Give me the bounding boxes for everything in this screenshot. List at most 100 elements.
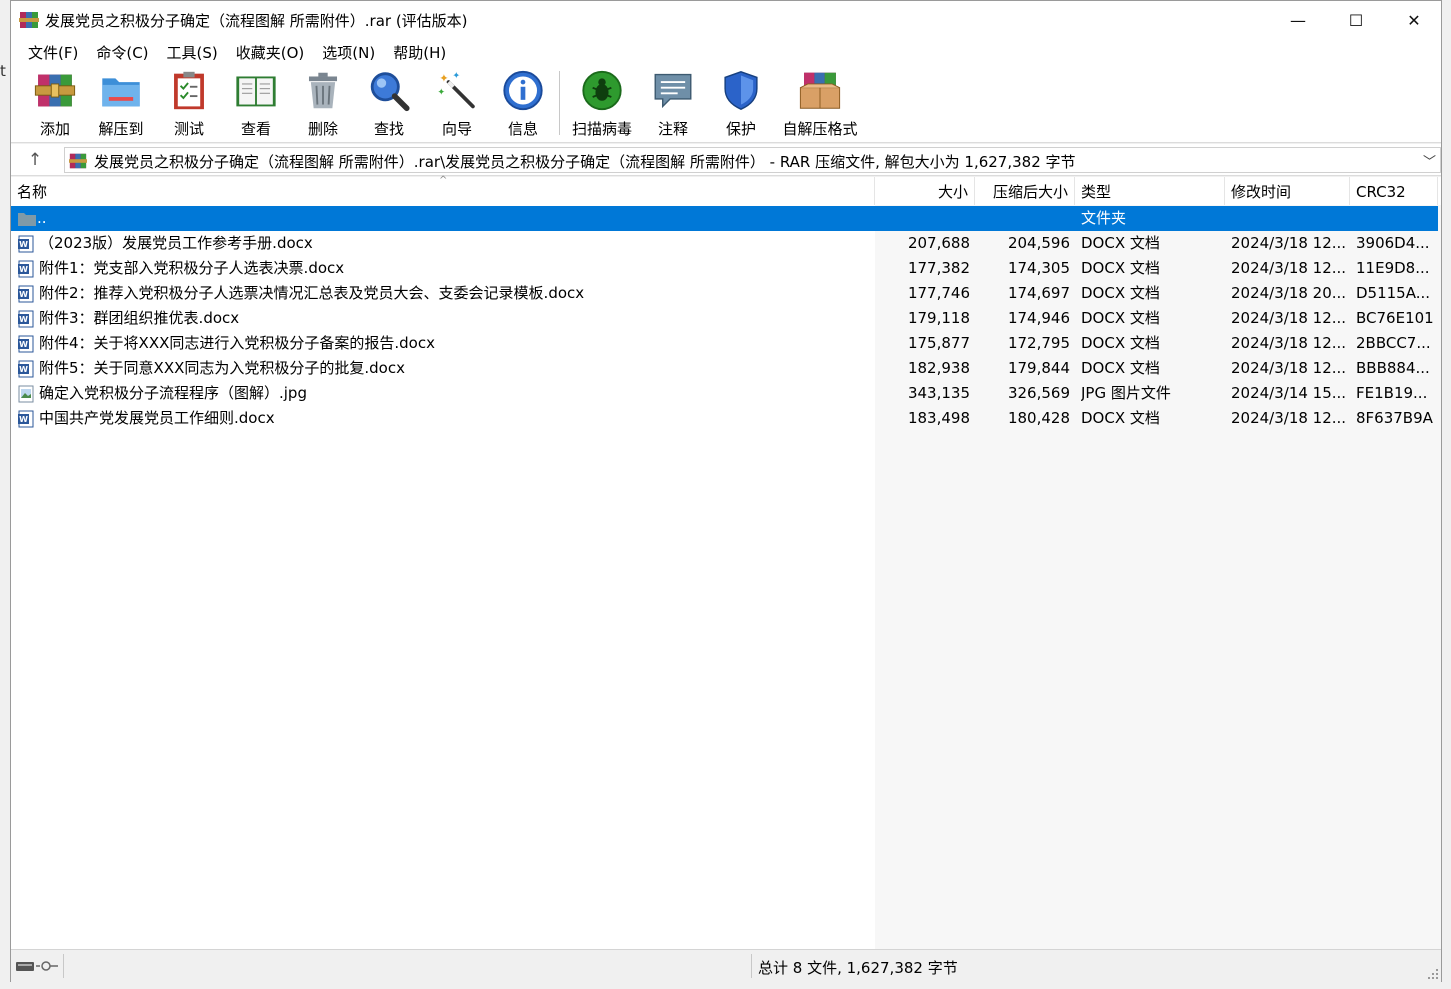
test-button[interactable]: 测试: [165, 69, 213, 139]
file-crc: 8F637B9A: [1356, 409, 1433, 427]
file-modified: 2024/3/18 20...: [1231, 284, 1347, 302]
file-crc: 3906D4...: [1356, 234, 1430, 252]
column-modified[interactable]: 修改时间: [1225, 177, 1350, 205]
file-size: 183,498: [907, 409, 970, 427]
view-button[interactable]: 查看: [229, 69, 283, 139]
wizard-wand-icon: ✦ ✦ ✦: [437, 70, 475, 109]
window-title: 发展党员之积极分子确定（流程图解 所需附件）.rar (评估版本): [45, 12, 468, 30]
image-file-icon: [18, 385, 34, 403]
file-list: 名称 ^ 大小 压缩后大小 类型 修改时间 CRC32 .. 文件夹 W （202…: [11, 175, 1441, 949]
maximize-button[interactable]: ☐: [1327, 1, 1385, 39]
file-packed-size: 180,428: [1007, 409, 1070, 427]
delete-button[interactable]: 删除: [299, 69, 347, 139]
file-name: 附件5：关于同意XXX同志为入党积极分子的批复.docx: [39, 359, 405, 377]
close-button[interactable]: ✕: [1385, 1, 1443, 39]
minimize-icon: —: [1290, 10, 1306, 30]
menu-favorites[interactable]: 收藏夹(O): [227, 42, 314, 63]
svg-text:✦: ✦: [452, 70, 460, 81]
file-row[interactable]: W 附件5：关于同意XXX同志为入党积极分子的批复.docx 182,938 179,…: [11, 356, 1438, 381]
folder-icon: [18, 213, 36, 226]
file-row[interactable]: W 附件3：群团组织推优表.docx 179,118 174,946 DOCX 文档 20…: [11, 306, 1438, 331]
toolbar-separator: [559, 71, 560, 135]
comment-icon: [654, 73, 692, 109]
protect-button[interactable]: 保护: [717, 69, 765, 139]
column-type[interactable]: 类型: [1075, 177, 1225, 205]
menu-tools[interactable]: 工具(S): [158, 42, 227, 63]
virus-scan-label: 扫描病毒: [571, 120, 632, 138]
sfx-button[interactable]: 自解压格式: [779, 69, 861, 139]
protect-label: 保护: [725, 120, 756, 138]
info-button[interactable]: 信息: [499, 69, 547, 139]
status-bar: 总计 8 文件, 1,627,382 字节: [11, 949, 1441, 982]
file-size: 175,877: [907, 334, 970, 352]
background-text: t: [0, 62, 6, 80]
file-crc: BBB884...: [1356, 359, 1430, 377]
file-name: 确定入党积极分子流程程序（图解）.jpg: [39, 384, 307, 402]
svg-text:W: W: [19, 265, 28, 274]
status-summary: 总计 8 文件, 1,627,382 字节: [758, 959, 958, 977]
view-book-icon: [236, 76, 276, 107]
minimize-button[interactable]: —: [1269, 1, 1327, 39]
file-crc: 11E9D8...: [1356, 259, 1430, 277]
file-row[interactable]: 确定入党积极分子流程程序（图解）.jpg 343,135 326,569 JPG 图片…: [11, 381, 1438, 406]
svg-text:W: W: [19, 340, 28, 349]
magnifier-icon: [370, 72, 410, 112]
file-row[interactable]: W 附件2：推荐入党积极分子人选票决情况汇总表及党员大会、支委会记录模板.docx…: [11, 281, 1438, 306]
word-doc-icon: W: [18, 410, 34, 428]
column-packed[interactable]: 压缩后大小: [975, 177, 1075, 205]
file-modified: 2024/3/18 12...: [1231, 259, 1347, 277]
word-doc-icon: W: [18, 235, 34, 253]
wizard-label: 向导: [441, 120, 472, 138]
test-label: 测试: [173, 120, 204, 138]
column-crc[interactable]: CRC32: [1350, 177, 1438, 205]
extract-folder-icon: [102, 78, 140, 107]
file-name: 附件2：推荐入党积极分子人选票决情况汇总表及党员大会、支委会记录模板.docx: [39, 284, 585, 302]
find-label: 查找: [373, 120, 404, 138]
file-modified: 2024/3/18 12...: [1231, 234, 1347, 252]
virus-scan-button[interactable]: 扫描病毒: [569, 69, 635, 139]
file-modified: 2024/3/18 12...: [1231, 334, 1347, 352]
file-packed-size: 172,795: [1007, 334, 1070, 352]
shield-icon: [724, 71, 758, 110]
file-type: DOCX 文档: [1081, 334, 1160, 352]
file-size: 179,118: [907, 309, 970, 327]
file-packed-size: 204,596: [1007, 234, 1070, 252]
file-row[interactable]: W （2023版）发展党员工作参考手册.docx 207,688 204,596 DOC…: [11, 231, 1438, 256]
up-one-level-button[interactable]: ↑: [23, 148, 47, 172]
file-packed-size: 174,946: [1007, 309, 1070, 327]
wizard-button[interactable]: ✦ ✦ ✦ 向导: [433, 69, 481, 139]
test-clipboard-icon: [174, 71, 204, 110]
file-row[interactable]: W 附件1：党支部入党积极分子人选表决票.docx 177,382 174,305 DO…: [11, 256, 1438, 281]
file-packed-size: 179,844: [1007, 359, 1070, 377]
chevron-down-icon[interactable]: ﹀: [1423, 151, 1436, 170]
svg-text:W: W: [19, 315, 28, 324]
resize-grip-icon[interactable]: [1427, 968, 1439, 980]
add-button[interactable]: 添加: [31, 69, 79, 139]
column-size[interactable]: 大小: [875, 177, 975, 205]
title-bar[interactable]: 发展党员之积极分子确定（流程图解 所需附件）.rar (评估版本) — ☐ ✕: [11, 1, 1441, 39]
add-label: 添加: [39, 120, 70, 138]
file-type: DOCX 文档: [1081, 359, 1160, 377]
parent-folder-row[interactable]: .. 文件夹: [11, 206, 1438, 231]
menu-commands[interactable]: 命令(C): [87, 42, 157, 63]
arrow-up-icon: ↑: [27, 150, 43, 170]
extract-to-button[interactable]: 解压到: [93, 69, 149, 139]
file-row[interactable]: W 附件4：关于将XXX同志进行入党积极分子备案的报告.docx 175,877 17…: [11, 331, 1438, 356]
menu-file[interactable]: 文件(F): [19, 42, 87, 63]
file-name: 附件3：群团组织推优表.docx: [39, 309, 240, 327]
file-modified: 2024/3/18 12...: [1231, 309, 1347, 327]
column-header: 名称 ^ 大小 压缩后大小 类型 修改时间 CRC32: [11, 175, 1441, 205]
address-bar[interactable]: 发展党员之积极分子确定（流程图解 所需附件）.rar\发展党员之积极分子确定（流…: [64, 147, 1441, 173]
word-doc-icon: W: [18, 360, 34, 378]
file-modified: 2024/3/18 12...: [1231, 359, 1347, 377]
comment-button[interactable]: 注释: [649, 69, 697, 139]
file-modified: 2024/3/14 15...: [1231, 384, 1347, 402]
delete-label: 删除: [307, 120, 338, 138]
file-row[interactable]: W 中国共产党发展党员工作细则.docx 183,498 180,428 DOCX 文档…: [11, 406, 1438, 431]
menu-help[interactable]: 帮助(H): [384, 42, 455, 63]
svg-text:✦: ✦: [439, 72, 448, 85]
find-button[interactable]: 查找: [365, 69, 413, 139]
address-path: 发展党员之积极分子确定（流程图解 所需附件）.rar\发展党员之积极分子确定（流…: [94, 153, 1076, 171]
menu-options[interactable]: 选项(N): [313, 42, 384, 63]
file-name: （2023版）发展党员工作参考手册.docx: [39, 234, 313, 252]
